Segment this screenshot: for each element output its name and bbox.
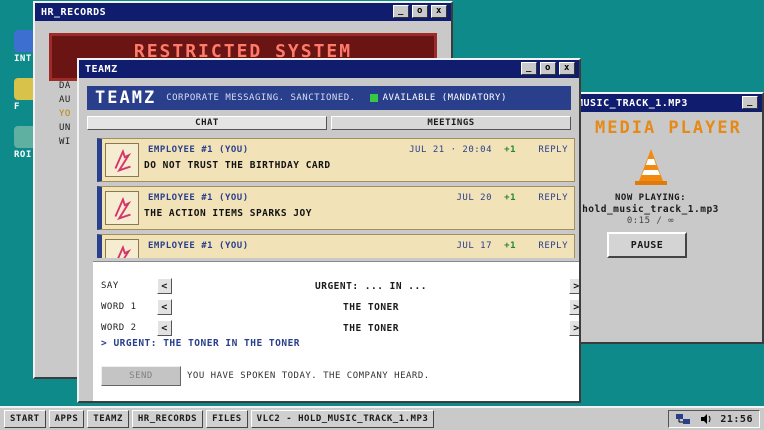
- network-icon[interactable]: [675, 413, 691, 425]
- row-label: WORD 2: [101, 323, 137, 333]
- window-title: MUSIC_TRACK_1.MP3: [577, 97, 688, 109]
- message-date: JUL 20: [456, 193, 492, 203]
- taskbar: START APPS TEAMZ HR_RECORDS FILES VLC2 -…: [0, 406, 764, 430]
- message-date: JUL 21 · 20:04: [409, 145, 492, 155]
- send-button[interactable]: SEND: [101, 366, 181, 386]
- message-author: EMPLOYEE #1 (YOU): [148, 145, 249, 155]
- status-dot-icon: [369, 94, 378, 102]
- avatar-scribble-icon: [105, 191, 139, 225]
- word-value: THE TONER: [343, 302, 399, 313]
- media-player-titlebar[interactable]: MUSIC_TRACK_1.MP3 _: [573, 94, 762, 112]
- message-preview: > URGENT: THE TONER IN THE TONER: [101, 338, 301, 349]
- template-value: URGENT: ... IN ...: [315, 281, 427, 292]
- composer-row-say: SAY < URGENT: ... IN ... >: [101, 278, 579, 294]
- send-status-note: YOU HAVE SPOKEN TODAY. THE COMPANY HEARD…: [187, 371, 430, 381]
- hr-records-titlebar[interactable]: HR_RECORDS _ o x: [35, 3, 451, 21]
- close-button[interactable]: x: [559, 62, 575, 75]
- message-author: EMPLOYEE #1 (YOU): [148, 241, 249, 251]
- availability-status: AVAILABLE (MANDATORY): [382, 93, 507, 103]
- word-value: THE TONER: [343, 323, 399, 334]
- minimize-button[interactable]: _: [393, 5, 409, 18]
- media-player-window[interactable]: MUSIC_TRACK_1.MP3 _ MEDIA PLAYER NOW PLA…: [571, 92, 764, 344]
- desktop-icon-label: INT: [14, 54, 32, 64]
- upvote-count[interactable]: +1: [504, 145, 516, 155]
- hr-line: UN: [59, 123, 71, 133]
- minimize-button[interactable]: _: [521, 62, 537, 75]
- row-label: WORD 1: [101, 302, 137, 312]
- prev-option-button[interactable]: <: [157, 278, 172, 294]
- upvote-count[interactable]: +1: [504, 193, 516, 203]
- prev-option-button[interactable]: <: [157, 299, 172, 315]
- system-tray: 21:56: [668, 410, 760, 428]
- tab-chat[interactable]: CHAT: [87, 116, 327, 130]
- brand-logo: TEAMZ: [95, 88, 157, 108]
- clock: 21:56: [720, 413, 753, 425]
- message-date: JUL 17: [456, 241, 492, 251]
- taskbar-apps[interactable]: APPS: [48, 410, 85, 428]
- desktop-icon-label: F: [14, 102, 20, 112]
- message-list[interactable]: EMPLOYEE #1 (YOU) JUL 21 · 20:04 +1 REPL…: [93, 138, 579, 258]
- hr-record-lines: DA AU YO UN WI: [59, 79, 71, 149]
- teamz-titlebar[interactable]: TEAMZ _ o x: [79, 60, 579, 78]
- message-composer: SAY < URGENT: ... IN ... > WORD 1 < THE …: [93, 261, 579, 401]
- close-button[interactable]: x: [431, 5, 447, 18]
- taskbar-teamz[interactable]: TEAMZ: [87, 410, 129, 428]
- maximize-button[interactable]: o: [412, 5, 428, 18]
- message-item[interactable]: EMPLOYEE #1 (YOU) JUL 20 +1 REPLY THE AC…: [97, 186, 575, 230]
- row-label: SAY: [101, 281, 119, 291]
- tab-meetings[interactable]: MEETINGS: [331, 116, 571, 130]
- desktop-icon-label: ROI: [14, 150, 32, 160]
- teamz-header: TEAMZ CORPORATE MESSAGING. SANCTIONED. A…: [87, 86, 571, 110]
- message-body: DO NOT TRUST THE BIRTHDAY CARD: [144, 160, 331, 171]
- teamz-window[interactable]: TEAMZ _ o x TEAMZ CORPORATE MESSAGING. S…: [77, 58, 581, 403]
- composer-row-word1: WORD 1 < THE TONER >: [101, 299, 579, 315]
- composer-row-word2: WORD 2 < THE TONER >: [101, 320, 579, 336]
- window-title: HR_RECORDS: [41, 6, 107, 18]
- traffic-cone-icon: [635, 149, 667, 185]
- reply-link[interactable]: REPLY: [538, 145, 568, 155]
- teamz-tabs: CHAT MEETINGS: [87, 116, 571, 130]
- avatar-scribble-icon: [105, 239, 139, 258]
- media-player-heading: MEDIA PLAYER: [595, 118, 742, 138]
- message-body: THE ACTION ITEMS SPARKS JOY: [144, 208, 312, 219]
- next-option-button[interactable]: >: [569, 278, 579, 294]
- now-playing-label: NOW PLAYING:: [614, 193, 687, 203]
- playback-time: 0:15 / ∞: [626, 216, 675, 226]
- upvote-count[interactable]: +1: [504, 241, 516, 251]
- track-name: hold_music_track_1.mp3: [582, 204, 719, 215]
- maximize-button[interactable]: o: [540, 62, 556, 75]
- message-author: EMPLOYEE #1 (YOU): [148, 193, 249, 203]
- minimize-button[interactable]: _: [742, 96, 758, 109]
- hr-line: DA: [59, 81, 71, 91]
- pause-button[interactable]: PAUSE: [607, 232, 687, 258]
- taskbar-files[interactable]: FILES: [206, 410, 248, 428]
- tagline: CORPORATE MESSAGING. SANCTIONED.: [166, 93, 356, 103]
- reply-link[interactable]: REPLY: [538, 193, 568, 203]
- start-button[interactable]: START: [4, 410, 46, 428]
- prev-option-button[interactable]: <: [157, 320, 172, 336]
- reply-link[interactable]: REPLY: [538, 241, 568, 251]
- message-item[interactable]: EMPLOYEE #1 (YOU) JUL 17 +1 REPLY: [97, 234, 575, 258]
- taskbar-vlc[interactable]: VLC2 - HOLD_MUSIC_TRACK_1.MP3: [250, 410, 435, 428]
- next-option-button[interactable]: >: [569, 299, 579, 315]
- next-option-button[interactable]: >: [569, 320, 579, 336]
- hr-line: YO: [59, 109, 71, 119]
- window-title: TEAMZ: [85, 63, 118, 75]
- avatar-scribble-icon: [105, 143, 139, 177]
- message-item[interactable]: EMPLOYEE #1 (YOU) JUL 21 · 20:04 +1 REPL…: [97, 138, 575, 182]
- hr-line: WI: [59, 137, 71, 147]
- speaker-icon[interactable]: [700, 413, 712, 425]
- hr-line: AU: [59, 95, 71, 105]
- now-playing: NOW PLAYING: hold_music_track_1.mp3: [573, 192, 728, 216]
- taskbar-hr-records[interactable]: HR_RECORDS: [131, 410, 204, 428]
